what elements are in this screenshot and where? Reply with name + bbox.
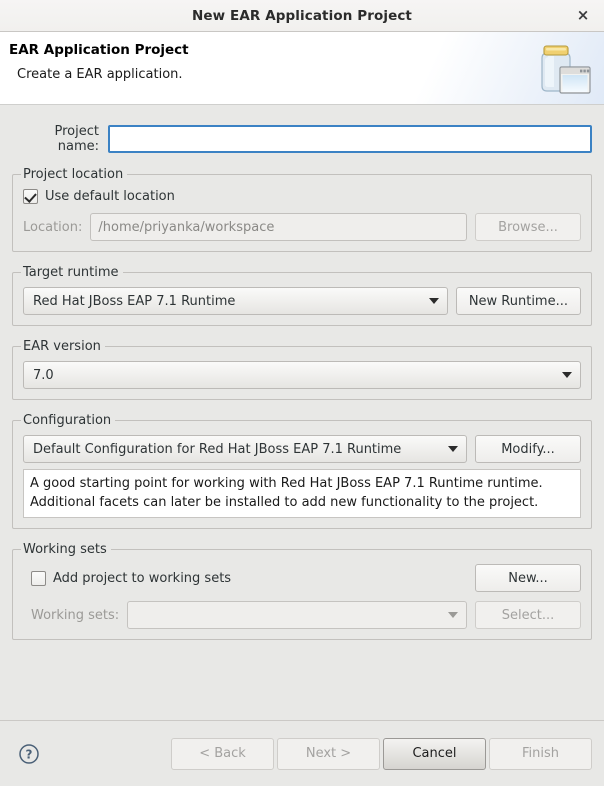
project-name-row: Project name:: [12, 124, 592, 154]
use-default-location-row: Use default location: [23, 189, 581, 204]
configuration-row: Default Configuration for Red Hat JBoss …: [23, 435, 581, 463]
use-default-location-label: Use default location: [45, 189, 175, 204]
chevron-down-icon: [448, 612, 458, 619]
dialog-body: Project name: Project location Use defau…: [0, 105, 604, 720]
next-button: Next >: [277, 737, 380, 770]
close-icon[interactable]: ×: [570, 0, 596, 31]
target-runtime-group-label: Target runtime: [23, 265, 119, 280]
configuration-combo[interactable]: Default Configuration for Red Hat JBoss …: [23, 435, 467, 463]
ear-version-combo[interactable]: 7.0: [23, 361, 581, 389]
working-sets-group-label: Working sets: [23, 542, 107, 558]
target-runtime-value: Red Hat JBoss EAP 7.1 Runtime: [33, 293, 236, 309]
ear-version-group-label: EAR version: [23, 339, 101, 354]
select-working-set-button: Select...: [475, 601, 581, 630]
svg-text:?: ?: [26, 747, 33, 761]
configuration-description-line-2: Additional facets can later be installed…: [30, 495, 539, 511]
help-icon[interactable]: ?: [18, 743, 40, 765]
working-sets-group: Working sets Add project to working sets…: [12, 542, 592, 641]
add-to-working-sets-checkbox[interactable]: Add project to working sets: [31, 570, 232, 586]
wizard-navigation-buttons: < Back Next > Cancel Finish: [171, 737, 592, 770]
configuration-group: Configuration Default Configuration for …: [12, 413, 592, 530]
location-label: Location:: [23, 219, 83, 235]
dialog-button-bar: ? < Back Next > Cancel Finish: [0, 720, 604, 786]
working-sets-combo: [127, 601, 467, 630]
new-runtime-button[interactable]: New Runtime...: [455, 287, 581, 315]
ear-version-group: EAR version 7.0: [12, 339, 592, 400]
project-location-group: Project location Use default location Lo…: [12, 167, 592, 252]
configuration-value: Default Configuration for Red Hat JBoss …: [33, 441, 402, 457]
checkbox-box-icon: [31, 570, 46, 586]
new-working-set-button[interactable]: New...: [475, 564, 581, 593]
window-title: New EAR Application Project: [192, 7, 412, 24]
configuration-description: A good starting point for working with R…: [23, 469, 581, 519]
use-default-location-checkbox[interactable]: Use default location: [23, 189, 175, 204]
finish-button: Finish: [489, 737, 592, 770]
target-runtime-combo[interactable]: Red Hat JBoss EAP 7.1 Runtime: [23, 287, 448, 315]
target-runtime-group: Target runtime Red Hat JBoss EAP 7.1 Run…: [12, 265, 592, 326]
project-name-input[interactable]: [108, 125, 592, 153]
location-field: /home/priyanka/workspace: [90, 213, 467, 241]
configuration-description-line-1: A good starting point for working with R…: [30, 476, 543, 491]
configuration-group-label: Configuration: [23, 413, 112, 428]
chevron-down-icon: [448, 446, 458, 452]
project-location-group-label: Project location: [23, 167, 124, 182]
project-name-label: Project name:: [54, 124, 99, 154]
cancel-button[interactable]: Cancel: [383, 737, 486, 770]
wizard-header: EAR Application Project Create a EAR app…: [0, 32, 604, 105]
modify-button[interactable]: Modify...: [475, 435, 581, 463]
browse-button: Browse...: [475, 213, 581, 241]
ear-version-row: 7.0: [23, 361, 581, 389]
location-row: Location: /home/priyanka/workspace Brows…: [23, 213, 581, 241]
working-sets-label: Working sets:: [31, 607, 120, 623]
checkbox-check-icon: [23, 189, 38, 204]
title-bar: New EAR Application Project ×: [0, 0, 604, 32]
add-to-working-sets-label: Add project to working sets: [53, 570, 232, 586]
chevron-down-icon: [562, 372, 572, 378]
ear-version-value: 7.0: [33, 367, 54, 383]
ear-jar-icon: [541, 45, 591, 94]
back-button: < Back: [171, 737, 274, 770]
target-runtime-row: Red Hat JBoss EAP 7.1 Runtime New Runtim…: [23, 287, 581, 315]
add-to-working-sets-row: Add project to working sets New...: [23, 564, 581, 593]
working-sets-row: Working sets: Select...: [23, 601, 581, 630]
new-ear-application-project-dialog: New EAR Application Project × EAR Applic…: [0, 0, 604, 786]
chevron-down-icon: [428, 298, 439, 304]
